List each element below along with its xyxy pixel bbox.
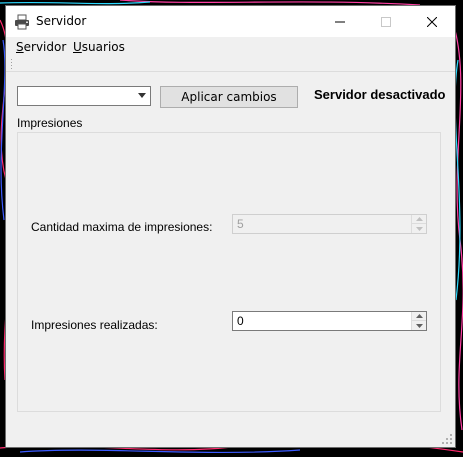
close-icon <box>427 16 437 27</box>
max-prints-label: Cantidad maxima de impresiones: <box>31 220 213 234</box>
menu-servidor[interactable]: Servidor <box>16 40 66 54</box>
prints-done-input[interactable]: 0 <box>232 311 427 331</box>
max-prints-down <box>412 224 426 233</box>
prints-done-down[interactable] <box>412 321 426 330</box>
max-prints-input: 5 <box>232 214 427 234</box>
max-prints-value: 5 <box>237 217 244 231</box>
server-status-label: Servidor desactivado <box>314 87 446 102</box>
close-button[interactable] <box>409 6 455 37</box>
menu-bar: Servidor Usuarios <box>6 37 455 57</box>
minimize-icon <box>335 21 345 22</box>
prints-done-label: Impresiones realizadas: <box>31 318 158 332</box>
menu-servidor-label: ervidor <box>23 40 67 54</box>
max-prints-spinner <box>411 215 426 233</box>
chevron-down-icon <box>138 93 146 98</box>
chevron-down-icon <box>415 226 423 231</box>
window-title: Servidor <box>36 14 87 28</box>
tool-strip <box>6 57 455 72</box>
prints-done-up[interactable] <box>412 312 426 321</box>
menu-usuarios-label: suarios <box>81 40 125 54</box>
prints-done-spinner[interactable] <box>411 312 426 330</box>
chevron-up-icon <box>415 314 423 318</box>
chevron-up-icon <box>415 217 423 221</box>
grip-icon[interactable] <box>10 59 13 69</box>
maximize-icon <box>381 16 391 27</box>
menu-usuarios[interactable]: Usuarios <box>73 40 125 54</box>
menu-usuarios-mnemonic: U <box>73 40 82 54</box>
group-title: Impresiones <box>17 116 83 130</box>
server-window: Servidor Servidor Usuarios Aplicar cambi… <box>6 6 455 447</box>
max-prints-up <box>412 215 426 224</box>
title-bar[interactable]: Servidor <box>6 6 455 37</box>
apply-changes-button[interactable]: Aplicar cambios <box>160 86 298 108</box>
resize-grip-icon[interactable] <box>441 433 453 445</box>
prints-done-value: 0 <box>237 314 244 328</box>
printer-icon <box>15 14 29 30</box>
chevron-down-icon <box>415 323 423 328</box>
server-combo-box[interactable] <box>17 86 151 106</box>
maximize-button[interactable] <box>363 6 409 37</box>
minimize-button[interactable] <box>317 6 363 37</box>
menu-servidor-mnemonic: S <box>16 40 24 54</box>
impresiones-groupbox: Cantidad maxima de impresiones: 5 Impres… <box>17 132 441 412</box>
